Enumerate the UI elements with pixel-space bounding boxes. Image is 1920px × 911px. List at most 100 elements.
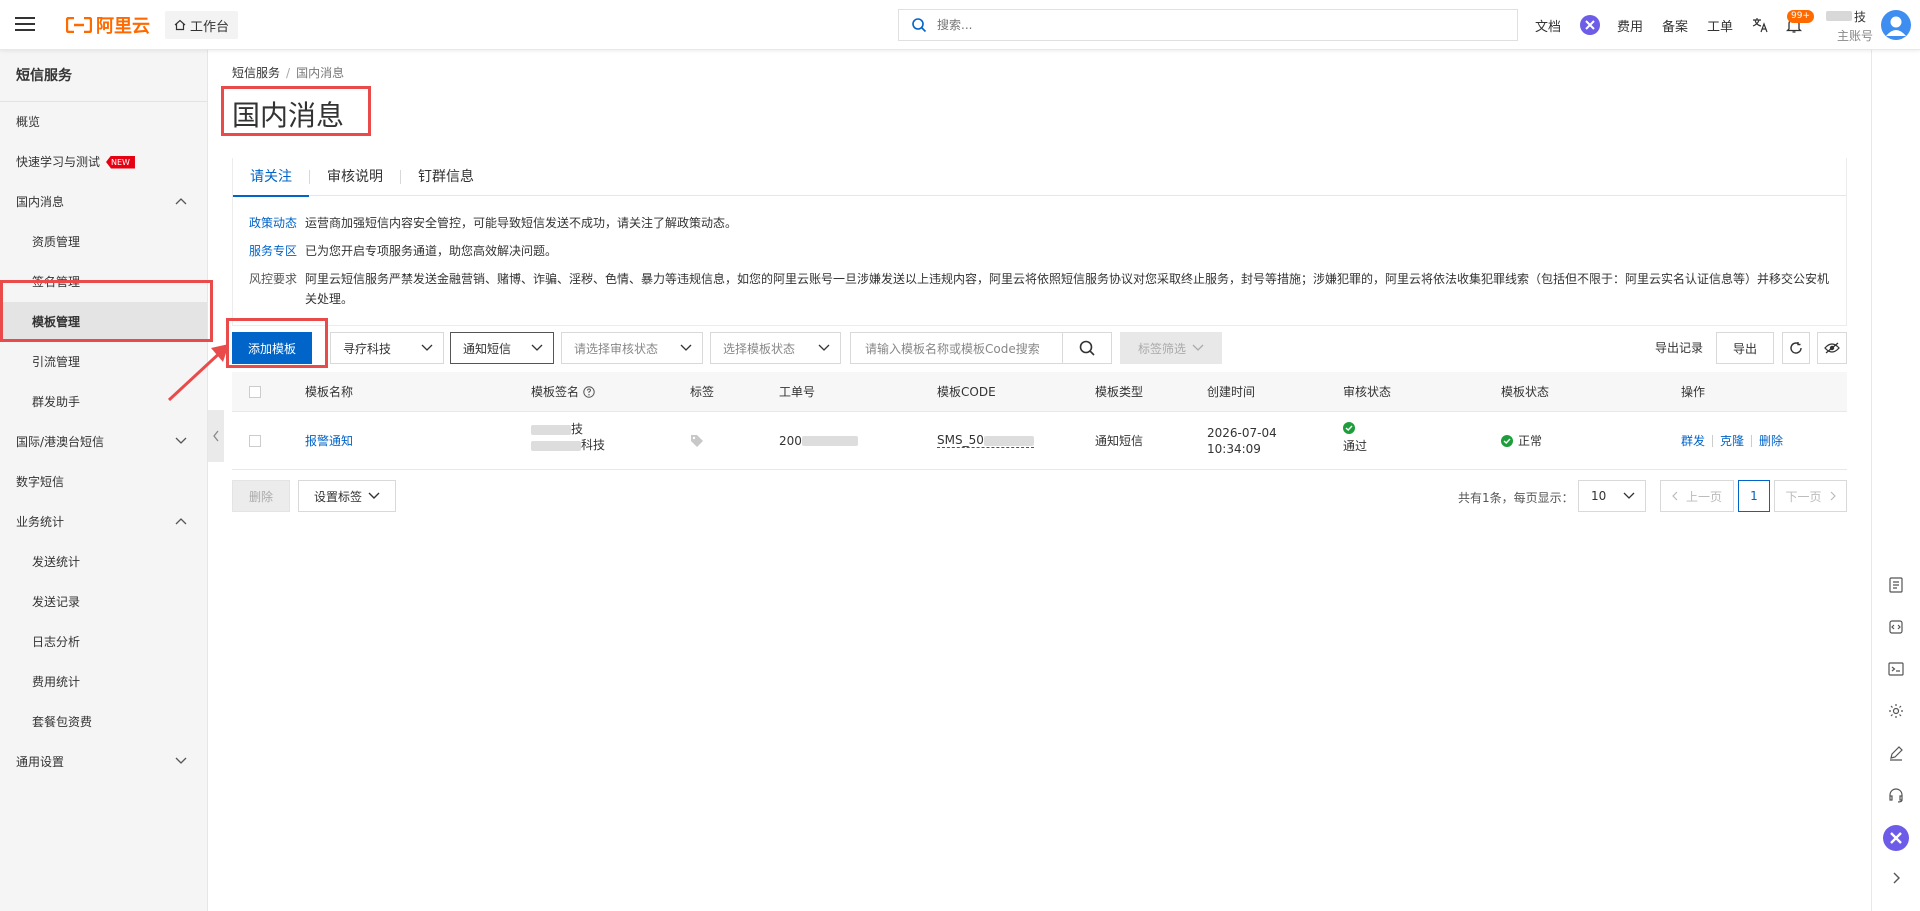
- check-circle-icon: [1501, 435, 1513, 447]
- sidebar-item-send-records[interactable]: 发送记录: [0, 582, 207, 622]
- sidebar-item-domestic[interactable]: 国内消息: [0, 182, 207, 222]
- template-status: 正常: [1518, 434, 1543, 448]
- next-label: 下一页: [1785, 489, 1822, 504]
- notice-label[interactable]: 服务专区: [249, 241, 305, 261]
- breadcrumb-root[interactable]: 短信服务: [232, 66, 280, 80]
- tab-attention[interactable]: 请关注: [233, 158, 309, 197]
- api-icon[interactable]: [1887, 618, 1905, 636]
- template-code[interactable]: SMS_50: [937, 433, 1034, 448]
- sidebar-item-quick-learn[interactable]: 快速学习与测试 NEW: [0, 142, 207, 182]
- aliyun-logo[interactable]: 阿里云: [66, 14, 150, 37]
- gear-icon[interactable]: [1887, 702, 1905, 720]
- template-search-button[interactable]: [1062, 332, 1112, 364]
- export-records-link[interactable]: 导出记录: [1655, 332, 1703, 364]
- ticket-text: 200: [779, 433, 802, 448]
- tag-icon[interactable]: [690, 434, 704, 448]
- sidebar-item-label: 国际/港澳台短信: [16, 435, 105, 449]
- sign-text: 技: [571, 422, 584, 436]
- select-placeholder: 请选择审核状态: [574, 341, 659, 356]
- col-header: 模板CODE: [937, 385, 996, 399]
- set-tag-label: 设置标签: [313, 489, 362, 504]
- chevron-left-icon: [1672, 491, 1678, 501]
- sidebar-item-settings[interactable]: 通用设置: [0, 742, 207, 782]
- refresh-button[interactable]: [1782, 332, 1810, 364]
- sign-filter-select[interactable]: 寻疗科技: [330, 332, 444, 364]
- edit-icon[interactable]: [1887, 744, 1905, 762]
- prev-page-button[interactable]: 上一页: [1660, 480, 1734, 512]
- chevron-up-icon: [175, 518, 187, 525]
- template-status-select[interactable]: 选择模板状态: [710, 332, 841, 364]
- blur-mask: [531, 424, 571, 435]
- sidebar-item-package[interactable]: 套餐包资费: [0, 702, 207, 742]
- sidebar-item-qualification[interactable]: 资质管理: [0, 222, 207, 262]
- audit-status-select[interactable]: 请选择审核状态: [561, 332, 703, 364]
- blur-mask: [983, 435, 1034, 446]
- type-filter-select[interactable]: 通知短信: [450, 332, 554, 364]
- sidebar: 短信服务 概览 快速学习与测试 NEW 国内消息 资质管理 签名管理 模板管理 引…: [0, 50, 208, 911]
- sidebar-item-log-analysis[interactable]: 日志分析: [0, 622, 207, 662]
- sidebar-item-overview[interactable]: 概览: [0, 102, 207, 142]
- select-all-checkbox[interactable]: [249, 386, 261, 398]
- chevron-right-icon[interactable]: [1887, 869, 1905, 887]
- row-checkbox[interactable]: [249, 435, 261, 447]
- notice-row-risk: 风控要求 阿里云短信服务严禁发送金融营销、赌博、诈骗、淫秽、色情、暴力等违规信息…: [249, 269, 1835, 309]
- sidebar-item-cost-stats[interactable]: 费用统计: [0, 662, 207, 702]
- ai-assistant-icon[interactable]: [1883, 825, 1909, 851]
- sidebar-item-send-stats[interactable]: 发送统计: [0, 542, 207, 582]
- bulk-send-action[interactable]: 群发: [1681, 432, 1705, 449]
- ticket-number: 200: [779, 434, 858, 448]
- blur-mask: [801, 436, 858, 446]
- document-icon[interactable]: [1887, 576, 1905, 594]
- notice-text: 运营商加强短信内容安全管控，可能导致短信发送不成功，请关注了解政策动态。: [305, 216, 738, 230]
- nav-billing[interactable]: 费用: [1617, 0, 1643, 50]
- headset-icon[interactable]: [1887, 786, 1905, 804]
- template-name-link[interactable]: 报警通知: [305, 432, 353, 449]
- tab-audit-info[interactable]: 审核说明: [310, 158, 400, 196]
- col-header: 模板名称: [305, 385, 354, 399]
- tab-dingtalk-group[interactable]: 钉群信息: [401, 158, 491, 196]
- clone-action[interactable]: 克隆: [1720, 432, 1744, 449]
- prev-label: 上一页: [1685, 489, 1722, 504]
- workbench-button[interactable]: 工作台: [165, 11, 239, 39]
- right-toolbar: [1871, 50, 1920, 911]
- ai-assistant-icon[interactable]: [1580, 15, 1600, 35]
- column-visibility-button[interactable]: [1817, 332, 1847, 364]
- avatar[interactable]: [1880, 9, 1912, 41]
- template-table: 模板名称 模板签名 标签 工单号 模板CODE 模板类型 创建时间 审核状态 模…: [232, 372, 1847, 470]
- sidebar-item-international[interactable]: 国际/港澳台短信: [0, 422, 207, 462]
- page-size-select[interactable]: 10: [1578, 480, 1646, 512]
- template-search-input[interactable]: 请输入模板名称或模板Code搜索: [850, 332, 1062, 364]
- page-1-button[interactable]: 1: [1738, 480, 1770, 512]
- chevron-up-icon: [175, 198, 187, 205]
- hamburger-menu-icon[interactable]: [14, 13, 36, 35]
- user-name-blur: [1826, 11, 1852, 21]
- col-header: 模板类型: [1095, 385, 1144, 399]
- terminal-icon[interactable]: [1887, 660, 1905, 678]
- language-icon[interactable]: [1752, 17, 1768, 33]
- sidebar-item-label: 套餐包资费: [32, 715, 93, 729]
- notice-panel: 请关注 审核说明 钉群信息 政策动态 运营商加强短信内容安全管控，可能导致短信发…: [232, 158, 1847, 326]
- sidebar-item-digital[interactable]: 数字短信: [0, 462, 207, 502]
- global-search[interactable]: [898, 9, 1518, 41]
- top-bar: 阿里云 工作台 文档 费用 备案 工单 99+ 技 主账号: [0, 0, 1920, 50]
- help-icon[interactable]: [583, 386, 595, 398]
- export-button[interactable]: 导出: [1716, 332, 1774, 364]
- next-page-button[interactable]: 下一页: [1774, 480, 1847, 512]
- col-header: 创建时间: [1207, 385, 1256, 399]
- chevron-right-icon: [1830, 491, 1836, 501]
- global-search-input[interactable]: [937, 18, 1477, 32]
- nav-icp[interactable]: 备案: [1662, 0, 1688, 50]
- col-header: 模板签名: [531, 385, 580, 399]
- col-header: 模板状态: [1501, 385, 1550, 399]
- nav-docs[interactable]: 文档: [1535, 0, 1561, 50]
- user-name[interactable]: 技: [1854, 8, 1866, 25]
- set-tag-button[interactable]: 设置标签: [298, 480, 396, 512]
- nav-ticket[interactable]: 工单: [1707, 0, 1733, 50]
- delete-action[interactable]: 删除: [1759, 432, 1783, 449]
- sidebar-item-statistics[interactable]: 业务统计: [0, 502, 207, 542]
- batch-delete-button[interactable]: 删除: [232, 480, 290, 512]
- chevron-down-icon: [421, 344, 433, 351]
- notice-label[interactable]: 政策动态: [249, 213, 305, 233]
- table-row: 报警通知 技 科技 200 SMS_50 通知短信 2026-07-04 10:3…: [232, 412, 1847, 470]
- tag-filter-button[interactable]: 标签筛选: [1120, 332, 1222, 364]
